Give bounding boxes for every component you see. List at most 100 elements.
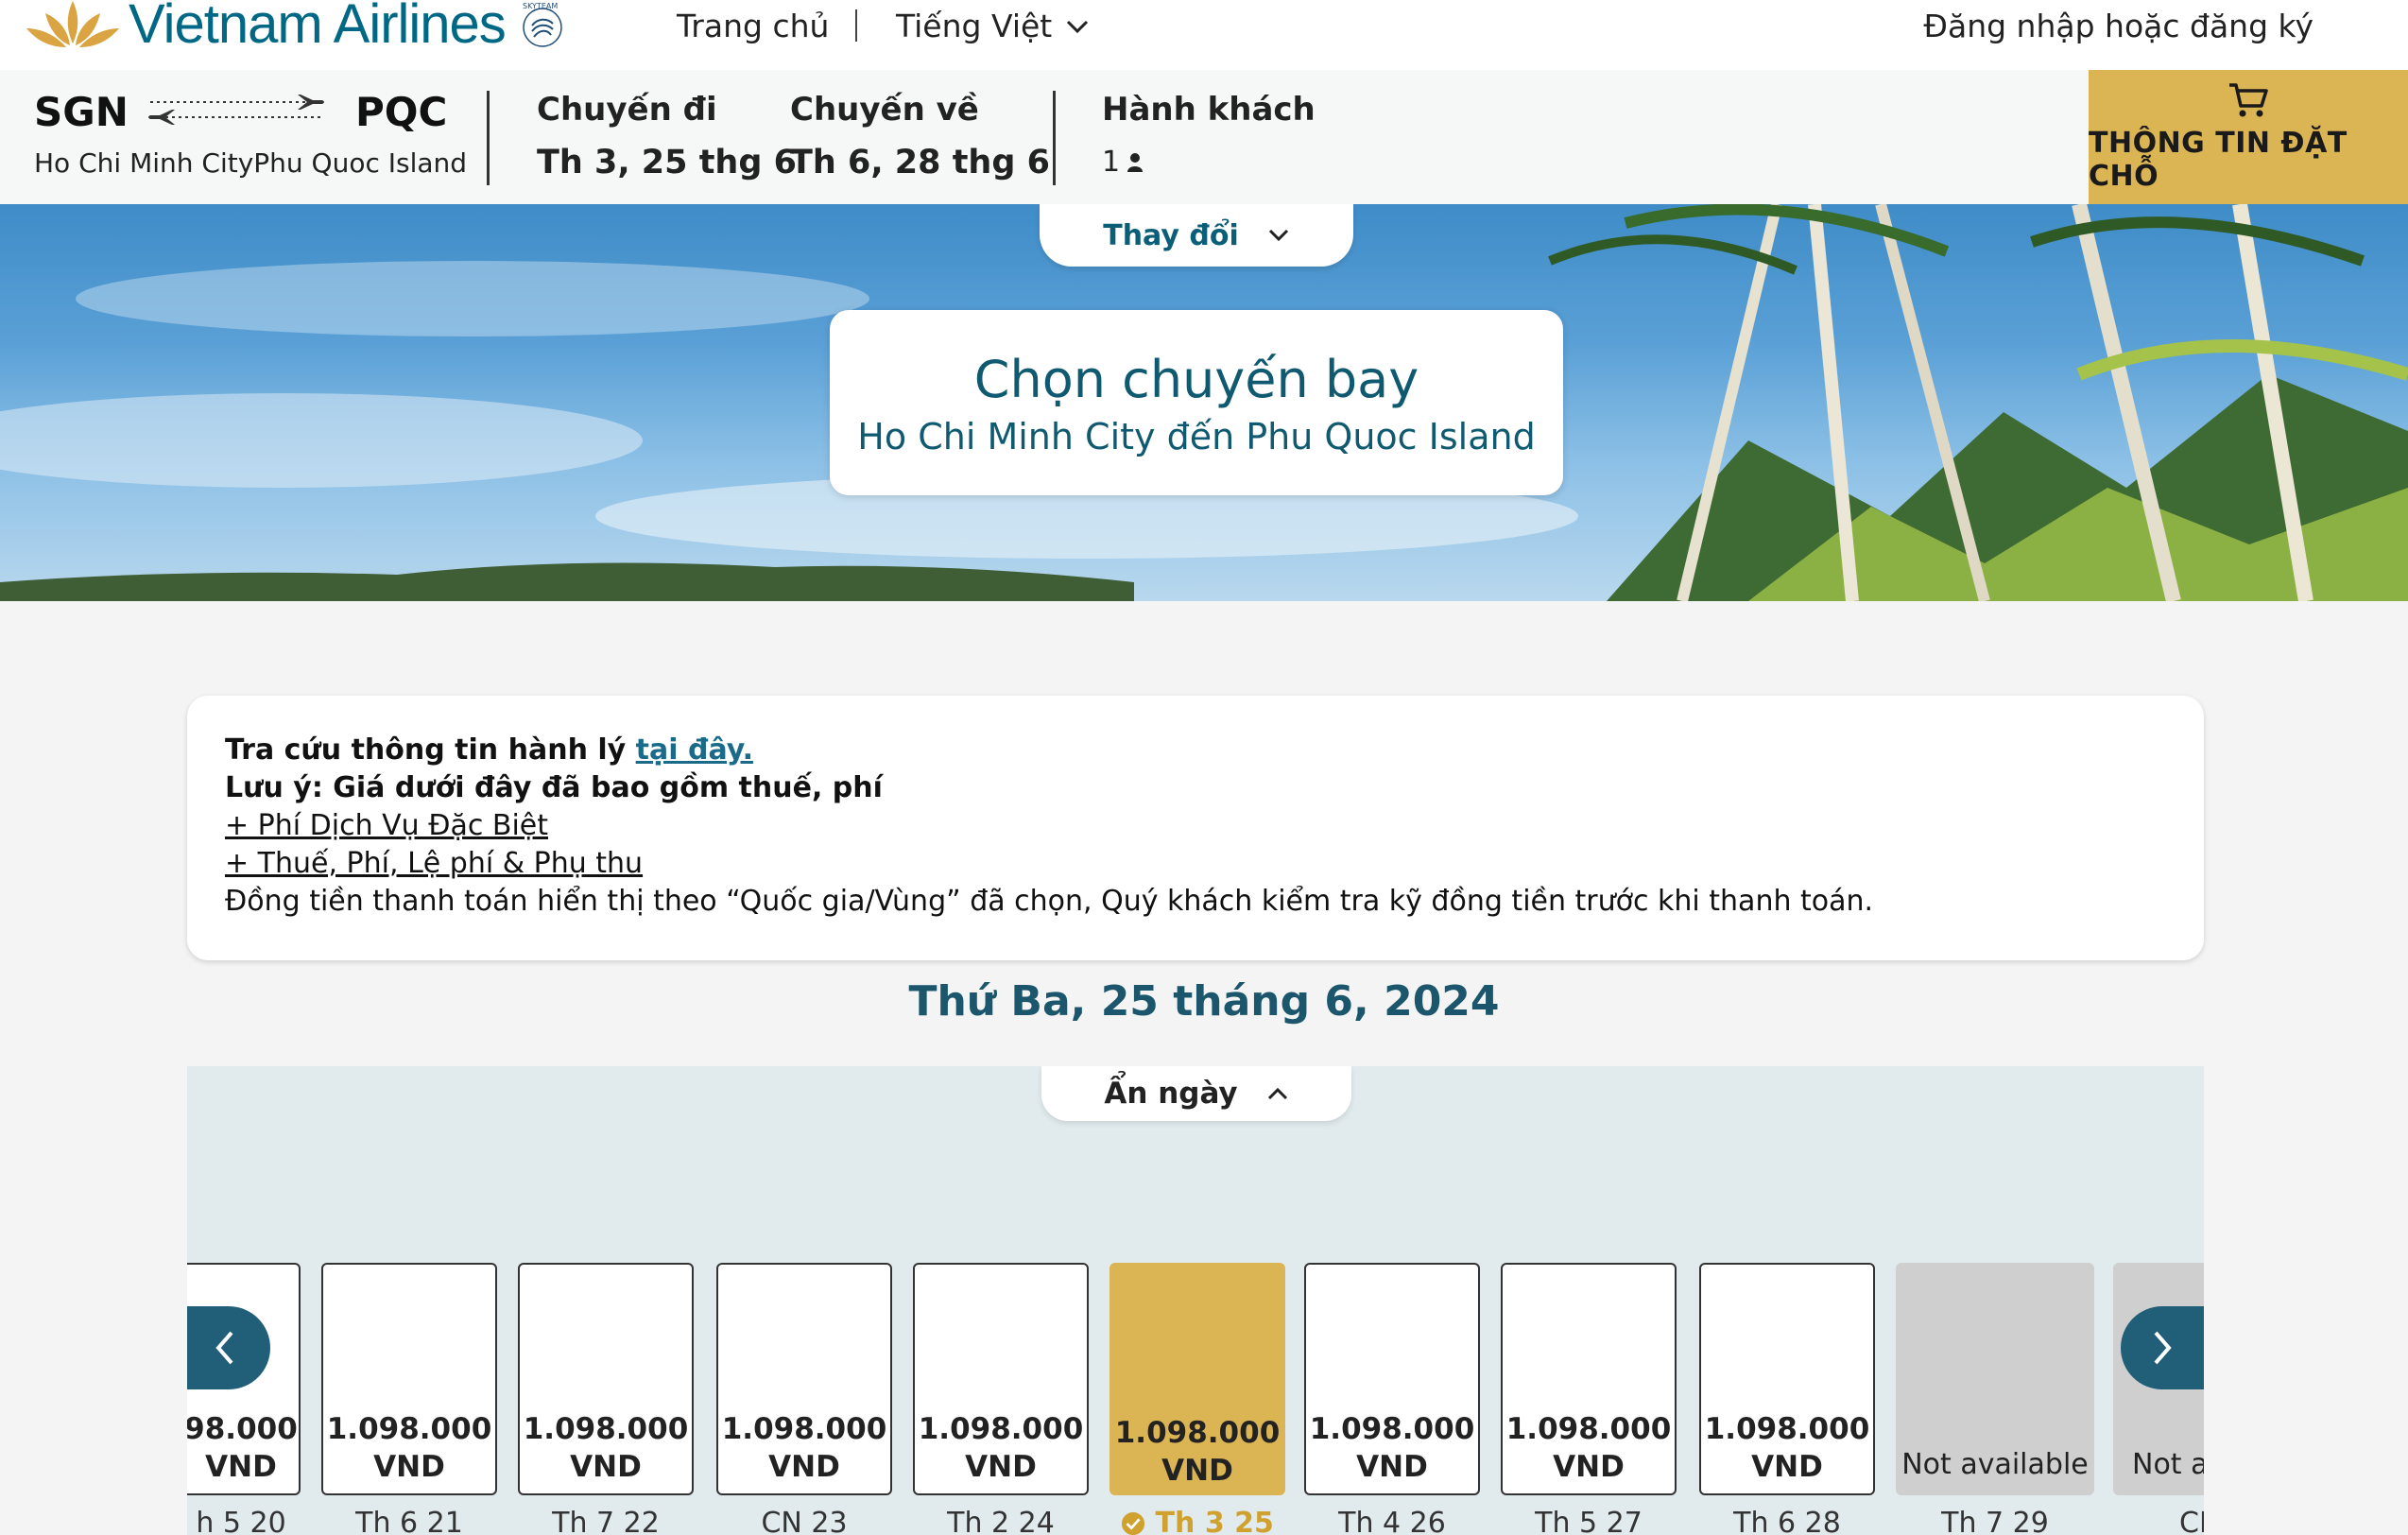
price-amount: 1.098.000 bbox=[523, 1412, 689, 1446]
hide-dates-label: Ẩn ngày bbox=[1104, 1077, 1238, 1111]
nav-home-link[interactable]: Trang chủ bbox=[677, 8, 829, 44]
vietnam-airlines-logo[interactable]: Vietnam Airlines SKYTEAM bbox=[21, 0, 570, 56]
date-price: 1.098.000 VND bbox=[520, 1410, 692, 1486]
date-label: Th 4 26 bbox=[1338, 1507, 1446, 1535]
baggage-info-text: Tra cứu thông tin hành lý bbox=[225, 733, 636, 767]
chevron-right-icon bbox=[2154, 1331, 2172, 1365]
brand-name: Vietnam Airlines bbox=[129, 0, 507, 55]
price-amount: 1.098.000 bbox=[1114, 1416, 1281, 1450]
outbound-date[interactable]: Th 3, 25 thg 6 bbox=[537, 144, 797, 181]
chevron-up-icon bbox=[1267, 1087, 1287, 1100]
cart-icon bbox=[2229, 83, 2268, 117]
return-date[interactable]: Th 6, 28 thg 6 bbox=[790, 144, 1050, 181]
price-currency: VND bbox=[1553, 1450, 1625, 1484]
price-amount: 1.098.000 bbox=[721, 1412, 887, 1446]
date-label: Th 6 21 bbox=[355, 1507, 463, 1535]
date-price: 1.098.000 VND bbox=[323, 1410, 495, 1486]
chevron-left-icon bbox=[215, 1331, 233, 1365]
date-price: 1.098.000 VND bbox=[718, 1410, 890, 1486]
currency-note: Đồng tiền thanh toán hiển thị theo “Quốc… bbox=[225, 885, 1874, 918]
date-card-selected[interactable]: 1.098.000 VND bbox=[1109, 1263, 1285, 1495]
price-amount: 1.098.000 bbox=[326, 1412, 492, 1446]
date-card[interactable]: 1.098.000 VND bbox=[518, 1263, 694, 1495]
page-title: Chọn chuyến bay bbox=[973, 350, 1419, 409]
next-dates-button[interactable] bbox=[2121, 1306, 2204, 1389]
date-label: CN bbox=[2179, 1507, 2204, 1535]
top-navigation: Vietnam Airlines SKYTEAM Trang chủ Tiếng… bbox=[0, 0, 2408, 70]
outbound-label: Chuyến đi bbox=[537, 91, 717, 129]
chevron-down-icon bbox=[1067, 20, 1089, 33]
hero-banner: Thay đổi Chọn chuyến bay Ho Chi Minh Cit… bbox=[0, 204, 2408, 601]
date-price: 1.098.000 VND bbox=[915, 1410, 1087, 1486]
price-amount: 98.000 bbox=[187, 1412, 298, 1446]
return-label: Chuyến về bbox=[790, 91, 979, 129]
passengers-label: Hành khách bbox=[1102, 91, 1316, 129]
language-label: Tiếng Việt bbox=[896, 8, 1053, 44]
passenger-count[interactable]: 1 bbox=[1102, 146, 1144, 179]
date-price: 1.098.000 VND bbox=[1701, 1410, 1873, 1486]
previous-dates-button[interactable] bbox=[187, 1306, 270, 1389]
page-title-card: Chọn chuyến bay Ho Chi Minh City đến Phu… bbox=[830, 310, 1563, 495]
date-selector-strip: Ẩn ngày 98.000 VND h 5 20 1.098.000 VND … bbox=[187, 1066, 2204, 1535]
date-label: Th 5 27 bbox=[1535, 1507, 1643, 1535]
price-currency: VND bbox=[1161, 1454, 1233, 1488]
price-amount: 1.098.000 bbox=[918, 1412, 1084, 1446]
passenger-count-value: 1 bbox=[1102, 146, 1121, 179]
price-currency: VND bbox=[570, 1450, 642, 1484]
lotus-logo-icon bbox=[26, 0, 119, 47]
hide-dates-tab[interactable]: Ẩn ngày bbox=[1041, 1066, 1351, 1121]
taxes-fees-link[interactable]: + Thuế, Phí, Lệ phí & Phụ thu bbox=[225, 847, 643, 880]
date-price: 98.000 VND bbox=[187, 1410, 299, 1486]
change-search-tab[interactable]: Thay đổi bbox=[1040, 204, 1353, 267]
skyteam-logo-icon: SKYTEAM bbox=[523, 2, 562, 47]
price-currency: VND bbox=[768, 1450, 840, 1484]
unavailable-text: Not available bbox=[1901, 1448, 2089, 1481]
date-card-unavailable: Not available bbox=[1896, 1263, 2094, 1495]
price-currency: VND bbox=[373, 1450, 445, 1484]
login-register-link[interactable]: Đăng nhập hoặc đăng ký bbox=[1923, 8, 2313, 44]
selected-date-heading: Thứ Ba, 25 tháng 6, 2024 bbox=[908, 977, 1500, 1026]
date-price: 1.098.000 VND bbox=[1111, 1414, 1283, 1490]
booking-info-button[interactable]: THÔNG TIN ĐẶT CHỖ bbox=[2089, 70, 2408, 204]
destination-code: PQC bbox=[355, 89, 448, 135]
date-card[interactable]: 1.098.000 VND bbox=[716, 1263, 892, 1495]
divider bbox=[487, 91, 490, 185]
person-icon bbox=[1127, 152, 1144, 172]
date-label: CN 23 bbox=[761, 1507, 848, 1535]
date-card[interactable]: 1.098.000 VND bbox=[913, 1263, 1089, 1495]
date-card[interactable]: 1.098.000 VND bbox=[1304, 1263, 1480, 1495]
baggage-info-line: Tra cứu thông tin hành lý tại đây. bbox=[225, 733, 753, 767]
nav-divider bbox=[855, 9, 857, 42]
plane-icon bbox=[148, 95, 324, 125]
date-label: Th 6 28 bbox=[1733, 1507, 1841, 1535]
svg-text:SKYTEAM: SKYTEAM bbox=[523, 2, 558, 10]
price-currency: VND bbox=[1751, 1450, 1823, 1484]
price-currency: VND bbox=[965, 1450, 1037, 1484]
price-amount: 1.098.000 bbox=[1704, 1412, 1870, 1446]
date-price: 1.098.000 VND bbox=[1306, 1410, 1478, 1486]
price-currency: VND bbox=[1356, 1450, 1428, 1484]
date-card[interactable]: 1.098.000 VND bbox=[321, 1263, 497, 1495]
change-search-label: Thay đổi bbox=[1103, 218, 1239, 252]
booking-info-label: THÔNG TIN ĐẶT CHỖ bbox=[2089, 127, 2348, 193]
date-label: Th 7 22 bbox=[552, 1507, 660, 1535]
check-circle-icon bbox=[1122, 1511, 1145, 1535]
price-note: Lưu ý: Giá dưới đây đã bao gồm thuế, phí bbox=[225, 771, 883, 804]
baggage-info-link[interactable]: tại đây. bbox=[636, 733, 753, 767]
date-price: 1.098.000 VND bbox=[1503, 1410, 1675, 1486]
price-amount: 1.098.000 bbox=[1309, 1412, 1475, 1446]
date-card[interactable]: 1.098.000 VND bbox=[1501, 1263, 1677, 1495]
date-card[interactable]: 1.098.000 VND bbox=[1699, 1263, 1875, 1495]
fare-info-card: Tra cứu thông tin hành lý tại đây. Lưu ý… bbox=[187, 696, 2204, 960]
price-amount: 1.098.000 bbox=[1505, 1412, 1672, 1446]
route-cities: Ho Chi Minh CityPhu Quoc Island bbox=[34, 147, 468, 179]
divider bbox=[1053, 91, 1056, 185]
chevron-down-icon bbox=[1268, 229, 1288, 242]
date-label: h 5 20 bbox=[196, 1507, 286, 1535]
unavailable-text: Not av bbox=[2132, 1448, 2204, 1481]
special-fees-link[interactable]: + Phí Dịch Vụ Đặc Biệt bbox=[225, 809, 548, 842]
language-selector[interactable]: Tiếng Việt bbox=[896, 8, 1090, 44]
page-subtitle: Ho Chi Minh City đến Phu Quoc Island bbox=[857, 416, 1536, 457]
price-currency: VND bbox=[205, 1450, 277, 1484]
itinerary-summary-bar: SGN PQC Ho Chi Minh CityPhu Quoc Island … bbox=[0, 70, 2408, 206]
